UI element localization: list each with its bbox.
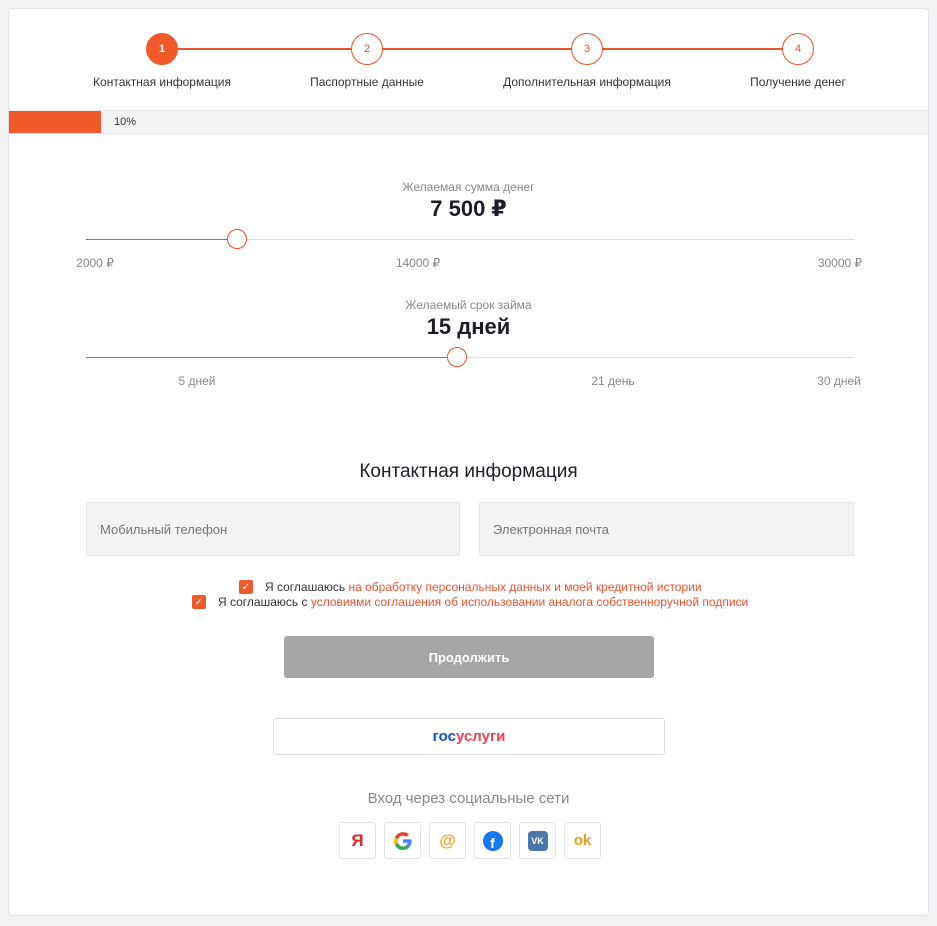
agreement-signature-prefix: Я соглашаюсь с: [218, 595, 311, 609]
yandex-icon: Я: [351, 830, 364, 850]
progress-fill: [9, 111, 101, 133]
step-1-circle: 1: [146, 33, 178, 65]
vk-login-button[interactable]: VK: [519, 822, 556, 859]
facebook-login-button[interactable]: f: [474, 822, 511, 859]
term-tick-30: 30 дней: [817, 374, 861, 388]
amount-slider-caption: Желаемая сумма денег: [402, 180, 535, 194]
term-slider-thumb[interactable]: [446, 347, 467, 367]
progress-bar: 10%: [9, 110, 928, 134]
agreement-signature: ✓ Я соглашаюсь с условиями соглашения об…: [192, 595, 748, 609]
mailru-login-button[interactable]: @: [429, 822, 466, 859]
amount-slider-value: 7 500 ₽: [430, 196, 507, 221]
agreement-signature-link[interactable]: условиями соглашения об использовании ан…: [311, 595, 748, 609]
social-login-title: Вход через социальные сети: [367, 790, 570, 807]
yandex-login-button[interactable]: Я: [339, 822, 376, 859]
term-slider-value: 15 дней: [426, 314, 511, 339]
continue-button[interactable]: Продолжить: [284, 636, 654, 678]
amount-tick-min: 2000 ₽: [76, 256, 114, 270]
step-1-label: Контактная информация: [93, 75, 231, 89]
agreement-personal-data-link[interactable]: на обработку персональных данных и моей …: [348, 580, 701, 594]
term-slider-caption: Желаемый срок займа: [405, 298, 532, 312]
amount-slider-thumb[interactable]: [226, 229, 247, 249]
amount-tick-mid: 14000 ₽: [395, 256, 441, 270]
step-3-circle: 3: [571, 33, 603, 65]
progress-label: 10%: [114, 116, 137, 128]
amount-slider-fill: [86, 239, 237, 240]
gosuslugi-logo-part-b: услуги: [455, 728, 506, 745]
facebook-icon-glyph: f: [490, 834, 495, 851]
agreement-personal-data-prefix: Я соглашаюсь: [265, 580, 349, 594]
google-icon: [393, 831, 412, 850]
email-input[interactable]: [479, 502, 854, 556]
facebook-icon: f: [482, 830, 503, 851]
term-slider-fill: [86, 357, 457, 358]
odnoklassniki-login-button[interactable]: ok: [564, 822, 601, 859]
term-tick-21: 21 день: [591, 374, 635, 388]
gosuslugi-login-button[interactable]: гос услуги: [273, 718, 665, 755]
step-4-label: Получение денег: [750, 75, 846, 89]
stepper-line: [163, 48, 807, 50]
term-slider[interactable]: [86, 347, 854, 367]
phone-input[interactable]: [86, 502, 460, 556]
gosuslugi-logo-part-a: гос: [432, 728, 456, 745]
contact-section-title: Контактная информация: [359, 461, 578, 482]
vk-icon-glyph: VK: [531, 835, 544, 846]
step-3-label: Дополнительная информация: [503, 75, 671, 89]
agreement-signature-checkbox[interactable]: ✓: [192, 595, 206, 609]
step-2-circle: 2: [351, 33, 383, 65]
amount-slider[interactable]: [86, 229, 854, 249]
loan-form-card: 1 Контактная информация 2 Паспортные дан…: [8, 8, 929, 916]
step-2-label: Паспортные данные: [310, 75, 424, 89]
amount-tick-max: 30000 ₽: [817, 256, 863, 270]
step-4-circle: 4: [782, 33, 814, 65]
term-tick-5: 5 дней: [178, 374, 216, 388]
agreement-personal-data-checkbox[interactable]: ✓: [239, 580, 253, 594]
social-login-buttons: Я @ f VK ok: [339, 822, 601, 859]
mailru-icon: @: [439, 830, 456, 850]
vk-icon: VK: [527, 830, 548, 851]
odnoklassniki-icon: ok: [573, 832, 592, 849]
agreement-personal-data: ✓ Я соглашаюсь на обработку персональных…: [239, 580, 702, 594]
google-login-button[interactable]: [384, 822, 421, 859]
